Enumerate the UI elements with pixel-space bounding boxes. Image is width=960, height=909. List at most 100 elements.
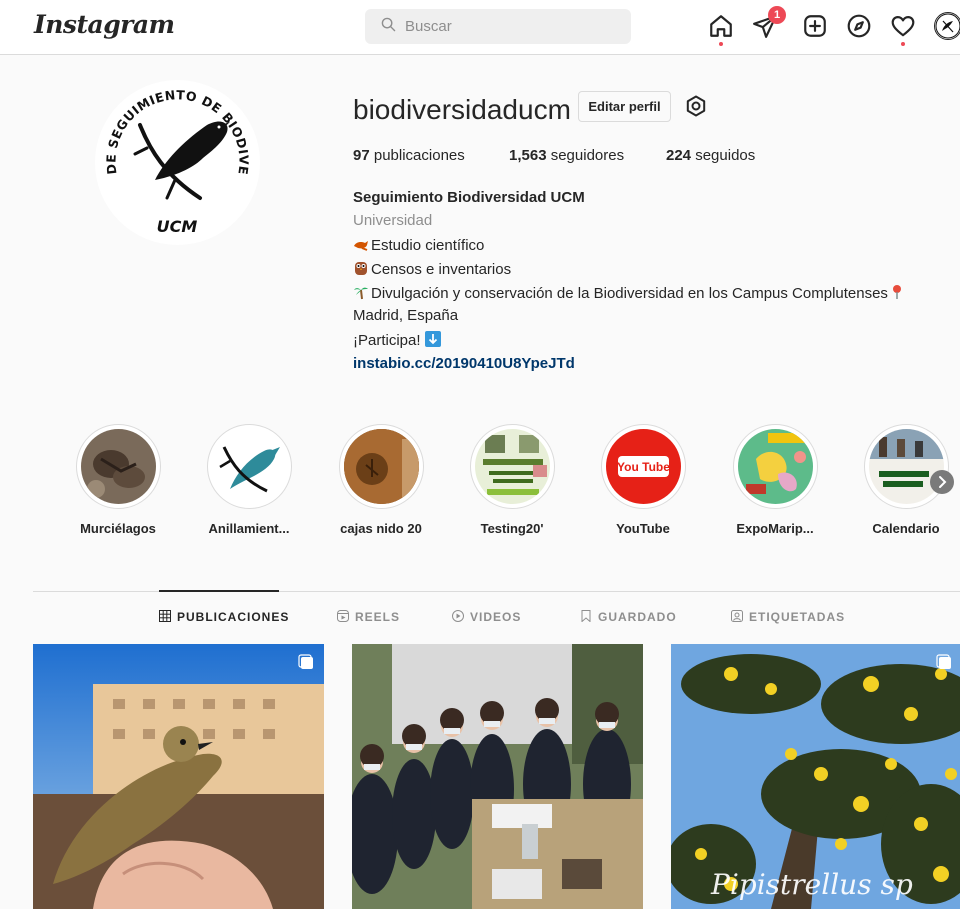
highlight-cover <box>474 429 550 504</box>
tab-label: REELS <box>355 610 401 624</box>
avatar-bird-icon <box>935 13 960 39</box>
instagram-logo[interactable]: Instagram <box>34 10 175 39</box>
highlight-ring <box>863 424 949 509</box>
bio-line-5: ¡Participa! <box>353 331 443 349</box>
fox-emoji-icon <box>354 241 368 251</box>
highlight-cover <box>80 429 156 504</box>
post-caption-text: Pipistrellus sp <box>710 868 913 901</box>
heart-icon[interactable] <box>890 13 916 39</box>
home-notification-dot <box>719 42 723 46</box>
explore-icon[interactable] <box>846 13 872 39</box>
inbox-badge: 1 <box>768 6 786 24</box>
bio-line-3: Divulgación y conservación de la Biodive… <box>353 284 907 302</box>
search-input[interactable] <box>405 9 620 44</box>
highlight-youtube[interactable]: You Tube YouTube <box>599 424 687 536</box>
profile-picture[interactable]: GRUPO DE SEGUIMIENTO DE BIODIVERSIDAD UC… <box>95 80 260 245</box>
tagged-icon <box>731 610 743 622</box>
owl-emoji-icon <box>355 262 367 275</box>
tab-label: PUBLICACIONES <box>177 610 290 624</box>
down-arrow-emoji-icon <box>424 331 441 347</box>
logo-ucm-text: UCM <box>157 217 198 236</box>
bio-line-4: Madrid, España <box>353 307 459 324</box>
highlight-cajas-nido[interactable]: cajas nido 20 <box>337 424 425 536</box>
highlight-ring <box>732 424 818 509</box>
post-image <box>352 644 643 909</box>
video-icon <box>452 610 464 622</box>
post-image: Pipistrellus sp <box>671 644 960 909</box>
highlight-expomariposas[interactable]: ExpoMarip... <box>731 424 819 536</box>
highlight-label: YouTube <box>616 521 670 536</box>
tab-publicaciones[interactable]: PUBLICACIONES <box>159 610 289 624</box>
post-image <box>33 644 324 909</box>
pin-emoji-icon <box>892 285 901 299</box>
highlights-next-button[interactable] <box>930 470 954 494</box>
bio-line-5-text: ¡Participa! <box>353 332 425 349</box>
highlight-cover <box>343 429 419 504</box>
multiple-photos-icon <box>936 654 951 669</box>
highlight-ring <box>338 424 424 509</box>
reels-icon <box>337 610 349 622</box>
edit-profile-button[interactable]: Editar perfil <box>578 91 671 122</box>
bio-line-3-text: Divulgación y conservación de la Biodive… <box>371 285 888 302</box>
activity-notification-dot <box>901 42 905 46</box>
tab-label: GUARDADO <box>598 610 677 624</box>
tab-guardado[interactable]: GUARDADO <box>580 610 677 624</box>
highlight-anillamiento[interactable]: Anillamient... <box>205 424 293 536</box>
tab-label: ETIQUETADAS <box>749 610 846 624</box>
grid-icon <box>159 610 171 622</box>
highlight-ring: You Tube <box>600 424 686 509</box>
settings-gear-icon[interactable] <box>684 94 708 118</box>
palm-tree-emoji-icon <box>354 287 368 300</box>
profile-username: biodiversidaducm <box>353 94 571 125</box>
highlight-label: ExpoMarip... <box>736 521 814 536</box>
followers-label: seguidores <box>550 147 625 164</box>
bio-category: Universidad <box>353 212 433 229</box>
profile-avatar[interactable] <box>934 12 960 40</box>
ucm-logo: GRUPO DE SEGUIMIENTO DE BIODIVERSIDAD UC… <box>95 80 258 243</box>
highlight-calendario[interactable]: Calendario <box>862 424 950 536</box>
tab-label: VIDEOS <box>470 610 522 624</box>
post-thumbnail[interactable]: Pipistrellus sp <box>671 644 960 909</box>
followers-count: 1,563 <box>509 147 547 164</box>
multiple-photos-icon <box>298 654 313 669</box>
posts-label: publicaciones <box>373 147 465 164</box>
new-post-icon[interactable] <box>802 13 828 39</box>
bio-website-link[interactable]: instabio.cc/20190410U8YpeJTd <box>353 355 575 372</box>
highlight-ring <box>206 424 292 509</box>
highlight-testing[interactable]: Testing20' <box>468 424 556 536</box>
search-icon <box>381 17 396 32</box>
following-count: 224 <box>666 147 692 164</box>
bio-line-1-text: Estudio científico <box>371 237 485 254</box>
followers-stat[interactable]: 1,563 seguidores <box>509 147 624 164</box>
search-box[interactable] <box>365 9 631 44</box>
youtube-logo-icon: You Tube <box>605 429 681 504</box>
bio-line-1: Estudio científico <box>353 236 484 254</box>
bio-full-name: Seguimiento Biodiversidad UCM <box>353 189 585 206</box>
highlight-label: Calendario <box>872 521 940 536</box>
highlight-ring <box>469 424 555 509</box>
highlight-ring <box>75 424 161 509</box>
highlight-label: cajas nido 20 <box>340 521 422 536</box>
highlight-cover <box>737 429 813 504</box>
chevron-right-icon <box>939 476 947 488</box>
highlight-cover <box>211 429 287 504</box>
following-label: seguidos <box>695 147 756 164</box>
youtube-logo-text: You Tube <box>617 460 670 474</box>
posts-count: 97 <box>353 147 370 164</box>
active-tab-indicator <box>159 590 279 592</box>
following-stat[interactable]: 224 seguidos <box>666 147 755 164</box>
bio-line-2: Censos e inventarios <box>353 260 511 278</box>
highlight-cover: You Tube <box>605 429 681 504</box>
highlight-label: Testing20' <box>480 521 544 536</box>
post-thumbnail[interactable] <box>352 644 643 909</box>
posts-count-stat: 97 publicaciones <box>353 147 465 164</box>
home-icon[interactable] <box>708 13 734 39</box>
highlight-label: Anillamient... <box>208 521 290 536</box>
tab-videos[interactable]: VIDEOS <box>452 610 521 624</box>
tab-etiquetadas[interactable]: ETIQUETADAS <box>731 610 845 624</box>
post-thumbnail[interactable] <box>33 644 324 909</box>
top-nav-bar: Instagram 1 <box>0 0 960 55</box>
bookmark-icon <box>581 610 591 622</box>
highlight-murcielagos[interactable]: Murciélagos <box>74 424 162 536</box>
tab-reels[interactable]: REELS <box>337 610 400 624</box>
